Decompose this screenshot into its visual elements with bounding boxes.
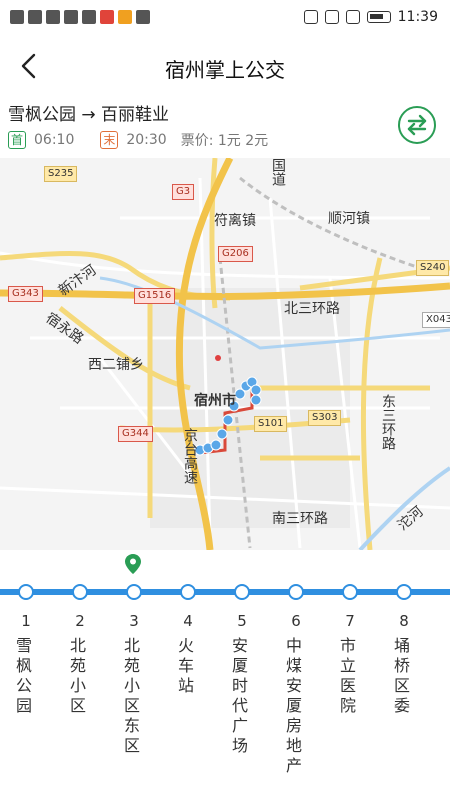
road-tag-s235: S235: [44, 166, 78, 182]
route-times: 首 06:10 末 20:30 票价: 1元 2元: [8, 130, 268, 150]
status-time: 11:39: [397, 9, 438, 25]
station-name: 火车站: [178, 636, 195, 695]
station-dot: [18, 584, 34, 600]
station-number: 8: [399, 612, 409, 630]
station-dot: [288, 584, 304, 600]
road-tag-x043: X043: [422, 312, 450, 328]
station-item[interactable]: 4 火车站: [162, 550, 216, 800]
status-bar: 11:39: [0, 0, 450, 38]
route-name: 雪枫公园 → 百丽鞋业: [8, 105, 170, 125]
road-tag-g3: G3: [172, 184, 195, 200]
station-item[interactable]: 6 中煤安厦房地产: [270, 550, 324, 800]
road-tag-g206: G206: [218, 246, 253, 262]
page-title: 宿州掌上公交: [165, 58, 285, 82]
cart-icon: [136, 10, 150, 24]
station-number: 6: [291, 612, 301, 630]
station-name: 雪枫公园: [16, 636, 33, 715]
last-bus-badge: 末: [100, 131, 119, 149]
route-info: 雪枫公园 → 百丽鞋业 首 06:10 末 20:30 票价: 1元 2元: [0, 94, 450, 158]
ticket-price: 票价: 1元 2元: [180, 133, 269, 149]
station-dot: [180, 584, 196, 600]
last-bus-time: 20:30: [126, 132, 167, 148]
map-label-beisanhuan: 北三环路: [284, 301, 340, 317]
app-icon: [118, 10, 132, 24]
map-label-jingtai: 京台高速: [182, 428, 198, 484]
station-dot: [72, 584, 88, 600]
station-item[interactable]: 8 埇桥区委: [378, 550, 432, 800]
station-number: 4: [183, 612, 193, 630]
station-name: 埇桥区委: [394, 636, 411, 715]
title-bar: 宿州掌上公交: [0, 38, 450, 94]
station-item[interactable]: 7 市立医院: [324, 550, 378, 800]
signal-5g-icon: [28, 10, 42, 24]
map-label-suzhoushi: 宿州市: [194, 393, 236, 409]
station-dot: [396, 584, 412, 600]
station-number: 5: [237, 612, 247, 630]
station-number: 3: [129, 612, 139, 630]
map-label-guodao: 国道: [270, 158, 286, 186]
route-map[interactable]: 国道 符离镇 顺河镇 新汴河 北三环路 宿永路 西二铺乡 宿州市 京台高速 东三…: [0, 158, 450, 550]
heart-icon: [64, 10, 78, 24]
station-item[interactable]: 1 雪枫公园: [0, 550, 54, 800]
first-bus-badge: 首: [8, 131, 26, 149]
swap-icon: [407, 114, 427, 136]
map-label-xierpu: 西二铺乡: [88, 357, 144, 373]
silent-icon: [324, 10, 339, 24]
first-bus-time: 06:10: [34, 132, 75, 148]
station-dot: [234, 584, 250, 600]
station-name: 市立医院: [340, 636, 357, 715]
app-icon: [100, 10, 114, 24]
map-label-dongsanhuan: 东三环路: [380, 394, 396, 450]
battery-icon: [366, 11, 391, 23]
station-name: 中煤安厦房地产: [286, 636, 303, 775]
station-strip[interactable]: 1 雪枫公园 2 北苑小区 3 北苑小区东区 4 火车站 5 安厦时代广场 6 …: [0, 550, 450, 800]
nfc-icon: [303, 10, 318, 24]
wifi-icon: [46, 10, 60, 24]
station-name: 北苑小区东区: [124, 636, 141, 755]
station-number: 2: [75, 612, 85, 630]
station-number: 7: [345, 612, 355, 630]
station-item[interactable]: 3 北苑小区东区: [108, 550, 162, 800]
road-tag-s101: S101: [254, 416, 288, 432]
station-item[interactable]: 5 安厦时代广场: [216, 550, 270, 800]
station-item[interactable]: 2 北苑小区: [54, 550, 108, 800]
vibrate-icon: [345, 10, 360, 24]
map-label-fulizhen: 符离镇: [214, 213, 256, 229]
hd-icon: [10, 10, 24, 24]
road-tag-g344: G344: [118, 426, 153, 442]
station-number: 1: [21, 612, 31, 630]
map-label-nansanhuan: 南三环路: [272, 511, 328, 527]
station-name: 安厦时代广场: [232, 636, 249, 755]
status-icons-right: 11:39: [303, 9, 438, 25]
app-icon: [82, 10, 96, 24]
swap-direction-button[interactable]: [398, 106, 436, 144]
station-dot: [126, 584, 142, 600]
road-tag-g343: G343: [8, 286, 43, 302]
station-dot: [342, 584, 358, 600]
map-label-shunhezhen: 顺河镇: [328, 211, 370, 227]
road-tag-g1516: G1516: [134, 288, 176, 304]
status-icons-left: [10, 10, 150, 24]
road-tag-s240: S240: [416, 260, 450, 276]
road-tag-s303: S303: [308, 410, 342, 426]
station-name: 北苑小区: [70, 636, 87, 715]
